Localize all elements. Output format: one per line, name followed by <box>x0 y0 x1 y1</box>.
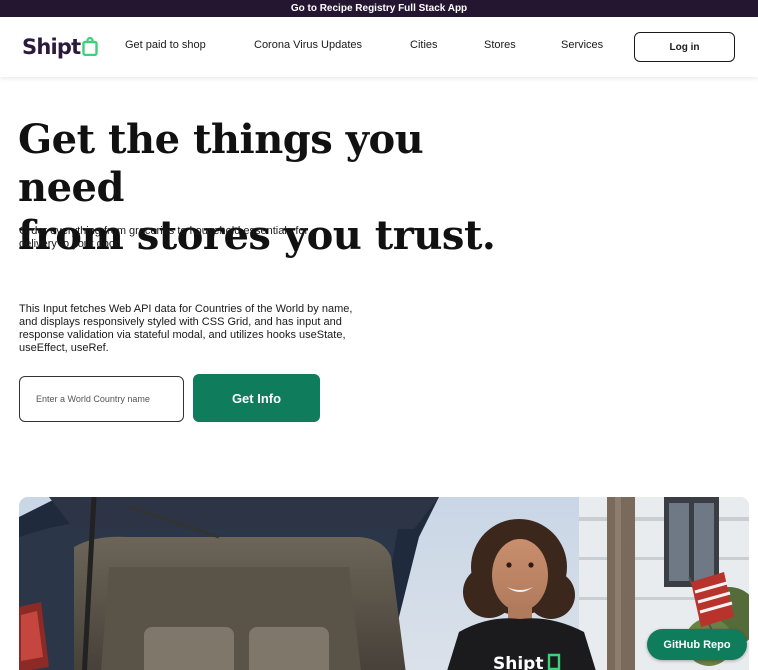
login-button[interactable]: Log in <box>634 32 735 62</box>
country-search-input[interactable] <box>19 376 184 422</box>
hero-photo-illustration: Shipt <box>19 497 749 670</box>
header-nav: Shipt Get paid to shop Corona Virus Upda… <box>0 17 758 77</box>
shirt-logo-text: Shipt <box>493 654 543 670</box>
nav-services[interactable]: Services <box>561 39 603 51</box>
top-announcement-bar: Go to Recipe Registry Full Stack App <box>0 0 758 17</box>
nav-stores[interactable]: Stores <box>484 39 516 51</box>
logo-text: Shipt <box>22 35 81 59</box>
get-info-button[interactable]: Get Info <box>193 374 320 422</box>
hero-title-line1: Get the things you need <box>18 116 424 211</box>
nav-cities[interactable]: Cities <box>410 39 438 51</box>
github-repo-button[interactable]: GitHub Repo <box>647 629 747 660</box>
hero-subtitle: Order everything from groceries to house… <box>19 225 309 250</box>
shipt-logo[interactable]: Shipt <box>22 33 99 61</box>
nav-get-paid-to-shop[interactable]: Get paid to shop <box>125 39 206 51</box>
hero-description: This Input fetches Web API data for Coun… <box>19 303 353 354</box>
shopping-bag-icon <box>82 36 99 56</box>
recipe-registry-link[interactable]: Go to Recipe Registry Full Stack App <box>291 3 467 14</box>
hero-photo: Shipt <box>19 497 749 670</box>
nav-corona-virus-updates[interactable]: Corona Virus Updates <box>254 39 362 51</box>
